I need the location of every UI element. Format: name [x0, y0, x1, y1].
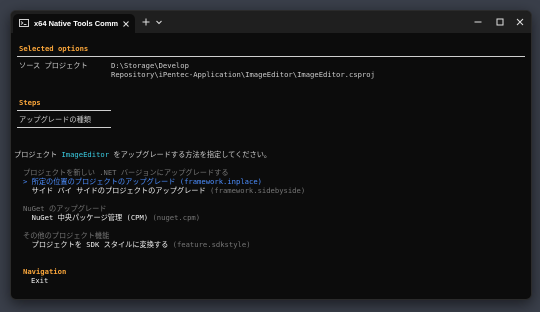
terminal-window: x64 Native Tools Command Pr Selected opt… — [10, 10, 532, 300]
source-project-path-line1: D:\Storage\Develop — [111, 61, 189, 70]
section-header-steps: Steps — [19, 98, 41, 107]
close-icon[interactable] — [515, 17, 525, 27]
option-label: 所定の位置のプロジェクトのアップグレード — [31, 177, 176, 186]
group-title: NuGet のアップグレード — [23, 204, 107, 213]
prompt-suffix: をアップグレードする方法を指定してください。 — [109, 150, 272, 159]
tab-terminal[interactable]: x64 Native Tools Command Pr — [13, 14, 135, 33]
option-code: (framework.inplace) — [179, 177, 262, 186]
option-label: プロジェクトを SDK スタイルに変換する — [31, 240, 169, 249]
chevron-down-icon[interactable] — [154, 17, 164, 27]
selection-marker — [23, 213, 32, 222]
project-name: ImageEditor — [61, 150, 110, 159]
divider — [17, 110, 111, 111]
option-code: (framework.sidebyside) — [209, 186, 306, 195]
option-label: サイド バイ サイドのプロジェクトのアップグレード — [31, 186, 206, 195]
option-code: (nuget.cpm) — [152, 213, 201, 222]
title-bar: x64 Native Tools Command Pr — [11, 11, 531, 33]
selection-marker: > — [23, 177, 32, 186]
group-title: その他のプロジェクト機能 — [23, 231, 110, 240]
terminal-output: Selected options ソース プロジェクト D:\Storage\D… — [11, 33, 531, 299]
terminal-icon — [19, 19, 29, 27]
prompt-prefix: プロジェクト — [14, 150, 62, 159]
option-framework-inplace[interactable]: > 所定の位置のプロジェクトのアップグレード (framework.inplac… — [23, 177, 262, 186]
selection-marker — [23, 240, 32, 249]
close-icon[interactable] — [121, 19, 131, 29]
divider — [17, 127, 111, 128]
option-nuget-cpm[interactable]: NuGet 中央パッケージ管理 (CPM) (nuget.cpm) — [23, 213, 200, 222]
tab-title: x64 Native Tools Command Pr — [34, 19, 118, 28]
group-title: プロジェクトを新しい .NET バージョンにアップグレードする — [23, 168, 229, 177]
source-project-path-line2: Repository\iPentec-Application\ImageEdit… — [111, 70, 375, 79]
exit-option[interactable]: Exit — [31, 276, 48, 285]
source-project-label: ソース プロジェクト — [19, 61, 88, 70]
plus-icon[interactable] — [141, 17, 151, 27]
maximize-icon[interactable] — [495, 17, 505, 27]
step-item: アップグレードの種類 — [19, 115, 91, 124]
option-feature-sdkstyle[interactable]: プロジェクトを SDK スタイルに変換する (feature.sdkstyle) — [23, 240, 251, 249]
option-code: (feature.sdkstyle) — [172, 240, 251, 249]
option-framework-sidebyside[interactable]: サイド バイ サイドのプロジェクトのアップグレード (framework.sid… — [23, 186, 306, 195]
selection-marker — [23, 186, 32, 195]
option-label: NuGet 中央パッケージ管理 (CPM) — [31, 213, 149, 222]
prompt-text: プロジェクト ImageEditor をアップグレードする方法を指定してください… — [14, 150, 271, 159]
minimize-icon[interactable] — [473, 17, 483, 27]
section-header-selected-options: Selected options — [19, 44, 89, 53]
section-header-navigation: Navigation — [23, 267, 67, 276]
divider — [17, 56, 525, 57]
